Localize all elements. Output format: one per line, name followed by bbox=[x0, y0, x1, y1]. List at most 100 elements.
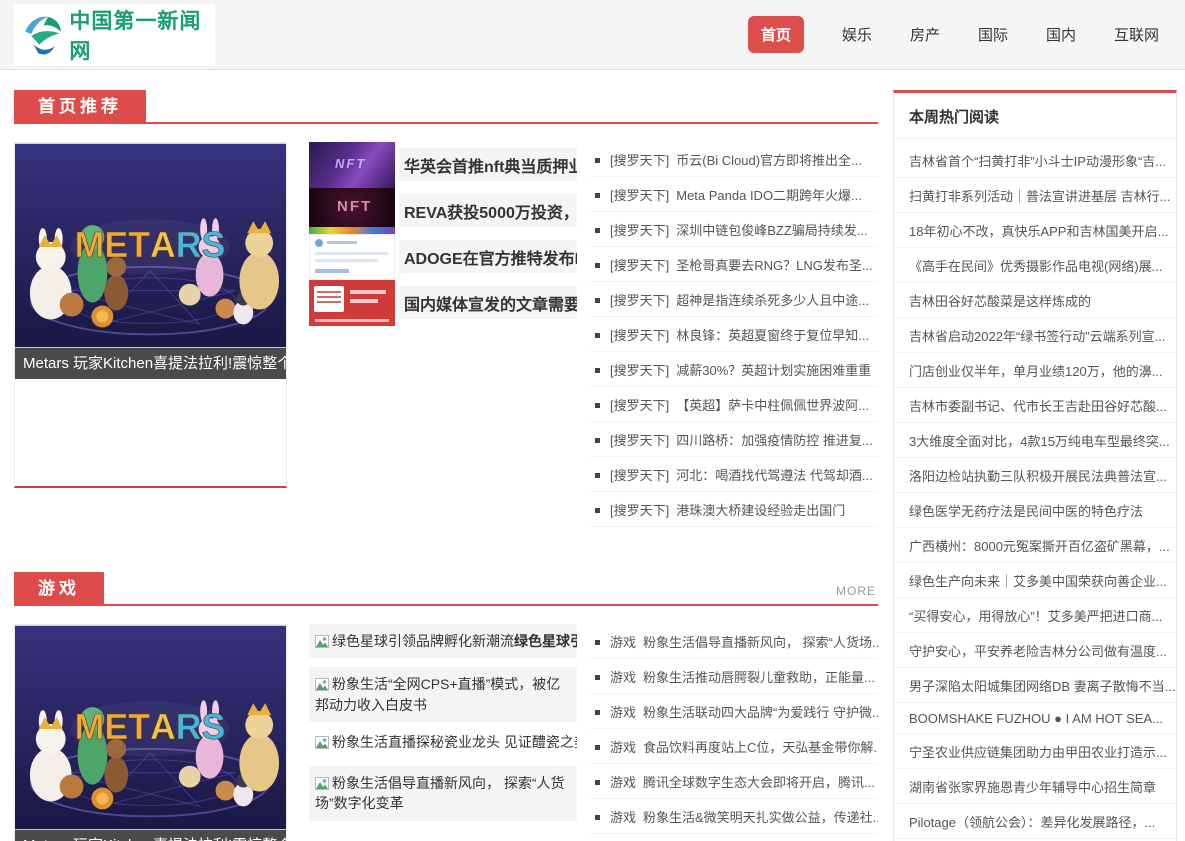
news-tag: 游戏 bbox=[610, 740, 636, 755]
news-item[interactable]: 游戏粉象生活两周年庆典，让爱的火炬传递 bbox=[591, 834, 878, 841]
news-title: 粉象生活倡导直播新风向， 探索“人货场... bbox=[643, 635, 878, 650]
feature-card[interactable]: Metars 玩家Kitchen喜提法拉利!震惊整个 bbox=[14, 142, 287, 488]
news-item[interactable]: [搜罗天下]圣枪哥真要去RNG？LNG发布圣... bbox=[591, 247, 878, 282]
section-body: Metars 玩家Kitchen喜提法拉利!震惊整个 NFT 华英会首推nft典… bbox=[14, 142, 878, 527]
news-title: 港珠澳大桥建设经验走出国门 bbox=[676, 503, 845, 518]
news-tag: [搜罗天下] bbox=[610, 188, 669, 203]
sidebar-article-link[interactable]: 扫黄打非系列活动｜普法宣讲进基层 吉林行... bbox=[894, 178, 1176, 213]
news-tag: [搜罗天下] bbox=[610, 503, 669, 518]
post-link[interactable]: 绿色星球引领品牌孵化新潮流绿色星球引领 bbox=[309, 624, 577, 658]
broken-image-icon bbox=[315, 635, 329, 648]
news-item[interactable]: 游戏粉象生活联动四大品牌“为爱践行 守护微... bbox=[591, 694, 878, 729]
bullet-square-icon bbox=[595, 640, 600, 645]
feature-image-metars bbox=[15, 625, 286, 830]
sidebar-article-link[interactable]: 绿色生产向未来｜艾多美中国荣获向善企业... bbox=[894, 563, 1176, 598]
site-logo[interactable]: 中国第一新闻网 bbox=[14, 4, 215, 66]
headline-column: NFT 华英会首推nft典当质押业务 NFT REVA获投5000万投资，做 A… bbox=[309, 142, 577, 527]
post-link[interactable]: 粉象生活“全网CPS+直播”模式，被亿邦动力收入白皮书 bbox=[309, 667, 577, 722]
news-item[interactable]: [搜罗天下]减薪30%？英超计划实施困难重重 bbox=[591, 352, 878, 387]
sidebar-article-link[interactable]: 吉林省首个“扫黄打非”小斗士IP动漫形象“吉... bbox=[894, 143, 1176, 178]
sidebar-article-link[interactable]: 吉林市委副书记、代市长王吉赴田谷好芯酸... bbox=[894, 388, 1176, 423]
news-tag: [搜罗天下] bbox=[610, 468, 669, 483]
news-tag: [搜罗天下] bbox=[610, 398, 669, 413]
sidebar-article-link[interactable]: 吉林省启动2022年“绿书签行动”云端系列宣... bbox=[894, 318, 1176, 353]
nav-item-首页[interactable]: 首页 bbox=[748, 16, 804, 53]
logo-swirl-icon bbox=[20, 10, 65, 60]
bullet-square-icon bbox=[595, 263, 600, 268]
section-tab-home-recommend[interactable]: 首页推荐 bbox=[14, 90, 146, 124]
post-link[interactable]: 粉象生活直播探秘瓷业龙头 见证醴瓷之美粉象 bbox=[309, 731, 577, 757]
bullet-square-icon bbox=[595, 438, 600, 443]
sidebar-article-link[interactable]: 男子深陷太阳城集团网络DB 妻离子散悔不当... bbox=[894, 668, 1176, 703]
news-tag: 游戏 bbox=[610, 670, 636, 685]
bullet-square-icon bbox=[595, 158, 600, 163]
news-list: 游戏粉象生活倡导直播新风向， 探索“人货场...游戏粉象生活推动唇腭裂儿童救助，… bbox=[591, 624, 878, 841]
news-title: Meta Panda IDO二期跨年火爆... bbox=[676, 188, 862, 203]
news-item[interactable]: 游戏粉象生活推动唇腭裂儿童救助，正能量... bbox=[591, 659, 878, 694]
news-item[interactable]: [搜罗天下] 【英超】萨卡中柱佩佩世界波阿... bbox=[591, 387, 878, 422]
sidebar-article-link[interactable]: 18年初心不改，真快乐APP和吉林国美开启... bbox=[894, 213, 1176, 248]
headline-link[interactable]: ADOGE在官方推特发布NFT bbox=[399, 240, 577, 273]
news-item[interactable]: [搜罗天下]林良锋：英超夏窗终于复位早知... bbox=[591, 317, 878, 352]
sidebar-article-link[interactable]: Pilotage（领航公会）：差异化发展路径，... bbox=[894, 804, 1176, 839]
nav-item-互联网[interactable]: 互联网 bbox=[1114, 24, 1159, 45]
sidebar-article-link[interactable]: 洛阳边检站执勤三队积极开展民法典普法宣... bbox=[894, 458, 1176, 493]
sidebar-article-link[interactable]: 广西横州：8000元冤案撕开百亿盗矿黑幕，... bbox=[894, 528, 1176, 563]
news-item[interactable]: [搜罗天下]深圳中链包俊峰BZZ骗局持续发... bbox=[591, 212, 878, 247]
feature-card[interactable]: Metars 玩家Kitchen喜提法拉利!震惊整个 bbox=[14, 624, 287, 841]
news-title: 币云(Bi Cloud)官方即将推出全... bbox=[676, 153, 862, 168]
news-tag: 游戏 bbox=[610, 810, 636, 825]
news-title: 圣枪哥真要去RNG？LNG发布圣... bbox=[676, 258, 872, 273]
news-item[interactable]: 游戏粉象生活倡导直播新风向， 探索“人货场... bbox=[591, 624, 878, 659]
section-tab-games[interactable]: 游戏 bbox=[14, 572, 104, 606]
news-tag: [搜罗天下] bbox=[610, 363, 669, 378]
news-item[interactable]: 游戏食品饮料再度站上C位，天弘基金带你解... bbox=[591, 729, 878, 764]
nav-item-娱乐[interactable]: 娱乐 bbox=[842, 24, 872, 45]
headline-link[interactable]: 国内媒体宣发的文章需要做好 bbox=[399, 286, 577, 319]
sidebar-article-link[interactable]: 《高手在民间》优秀摄影作品电视(网络)展... bbox=[894, 248, 1176, 283]
bullet-square-icon bbox=[595, 298, 600, 303]
nav-item-房产[interactable]: 房产 bbox=[910, 24, 940, 45]
news-item[interactable]: 游戏腾讯全球数字生态大会即将开启，腾讯... bbox=[591, 764, 878, 799]
broken-image-icon bbox=[315, 777, 329, 790]
sidebar-article-link[interactable]: “买得安心，用得放心”！艾多美严把进口商... bbox=[894, 598, 1176, 633]
news-item[interactable]: 游戏粉象生活&微笑明天扎实做公益，传递社... bbox=[591, 799, 878, 834]
sidebar-article-link[interactable]: BOOMSHAKE FUZHOU ● I AM HOT SEA... bbox=[894, 703, 1176, 734]
news-item[interactable]: [搜罗天下]河北：喝酒找代驾遵法 代驾却酒... bbox=[591, 457, 878, 492]
news-item[interactable]: [搜罗天下]四川路桥：加强疫情防控 推进复... bbox=[591, 422, 878, 457]
news-item[interactable]: [搜罗天下] Meta Panda IDO二期跨年火爆... bbox=[591, 177, 878, 212]
news-title: 四川路桥：加强疫情防控 推进复... bbox=[676, 433, 872, 448]
news-title: 林良锋：英超夏窗终于复位早知... bbox=[676, 328, 869, 343]
sidebar-article-link[interactable]: 3大维度全面对比，4款15万纯电车型最终突... bbox=[894, 423, 1176, 458]
nav-item-国内[interactable]: 国内 bbox=[1046, 24, 1076, 45]
page-body: 首页推荐 Metars 玩家Kitchen喜提法拉利!震惊整个 NFT 华英会首… bbox=[0, 70, 1185, 841]
news-tag: [搜罗天下] bbox=[610, 153, 669, 168]
sidebar-article-link[interactable]: 绿色医学无药疗法是民间中医的特色疗法 bbox=[894, 493, 1176, 528]
nav-item-国际[interactable]: 国际 bbox=[978, 24, 1008, 45]
news-title: 【英超】萨卡中柱佩佩世界波阿... bbox=[676, 398, 869, 413]
post-link[interactable]: 粉象生活倡导直播新风向， 探索“人货场”数字化变革 bbox=[309, 766, 577, 821]
feature-caption: Metars 玩家Kitchen喜提法拉利!震惊整个 bbox=[15, 348, 286, 379]
sidebar-article-link[interactable]: 门店创业仅半年，单月业绩120万，他的濞... bbox=[894, 353, 1176, 388]
logo-text: 中国第一新闻网 bbox=[69, 5, 209, 65]
headline-row: NFT REVA获投5000万投资，做 bbox=[309, 188, 577, 234]
more-link[interactable]: MORE bbox=[836, 584, 876, 598]
news-title: 食品饮料再度站上C位，天弘基金带你解... bbox=[643, 740, 878, 755]
sidebar-article-link[interactable]: 湖南省张家界施恩青少年辅导中心招生简章 bbox=[894, 769, 1176, 804]
news-item[interactable]: [搜罗天下] 币云(Bi Cloud)官方即将推出全... bbox=[591, 142, 878, 177]
news-tag: [搜罗天下] bbox=[610, 223, 669, 238]
headline-link[interactable]: 华英会首推nft典当质押业务 bbox=[399, 148, 577, 181]
sidebar-article-link[interactable]: 吉林田谷好芯酸菜是这样炼成的 bbox=[894, 283, 1176, 318]
headline-link[interactable]: REVA获投5000万投资，做 bbox=[399, 194, 577, 227]
bullet-square-icon bbox=[595, 403, 600, 408]
section-body: Metars 玩家Kitchen喜提法拉利!震惊整个 绿色星球引领品牌孵化新潮流… bbox=[14, 624, 878, 841]
post-column: 绿色星球引领品牌孵化新潮流绿色星球引领粉象生活“全网CPS+直播”模式，被亿邦动… bbox=[309, 624, 577, 841]
sidebar-article-link[interactable]: 守护安心，平安养老险吉林分公司做有温度... bbox=[894, 633, 1176, 668]
sidebar-article-link[interactable]: 宁圣农业供应链集团助力由甲田农业打造示... bbox=[894, 734, 1176, 769]
news-item[interactable]: [搜罗天下] 港珠澳大桥建设经验走出国门 bbox=[591, 492, 878, 527]
news-tag: 游戏 bbox=[610, 705, 636, 720]
hot-reads-sidebar: 本周热门阅读 吉林省首个“扫黄打非”小斗士IP动漫形象“吉...扫黄打非系列活动… bbox=[893, 90, 1177, 841]
header: 中国第一新闻网 首页 娱乐 房产 国际 国内 互联网 bbox=[0, 0, 1185, 70]
feature-caption: Metars 玩家Kitchen喜提法拉利!震惊整个 bbox=[15, 830, 286, 841]
news-item[interactable]: [搜罗天下]超神是指连续杀死多少人且中途... bbox=[591, 282, 878, 317]
